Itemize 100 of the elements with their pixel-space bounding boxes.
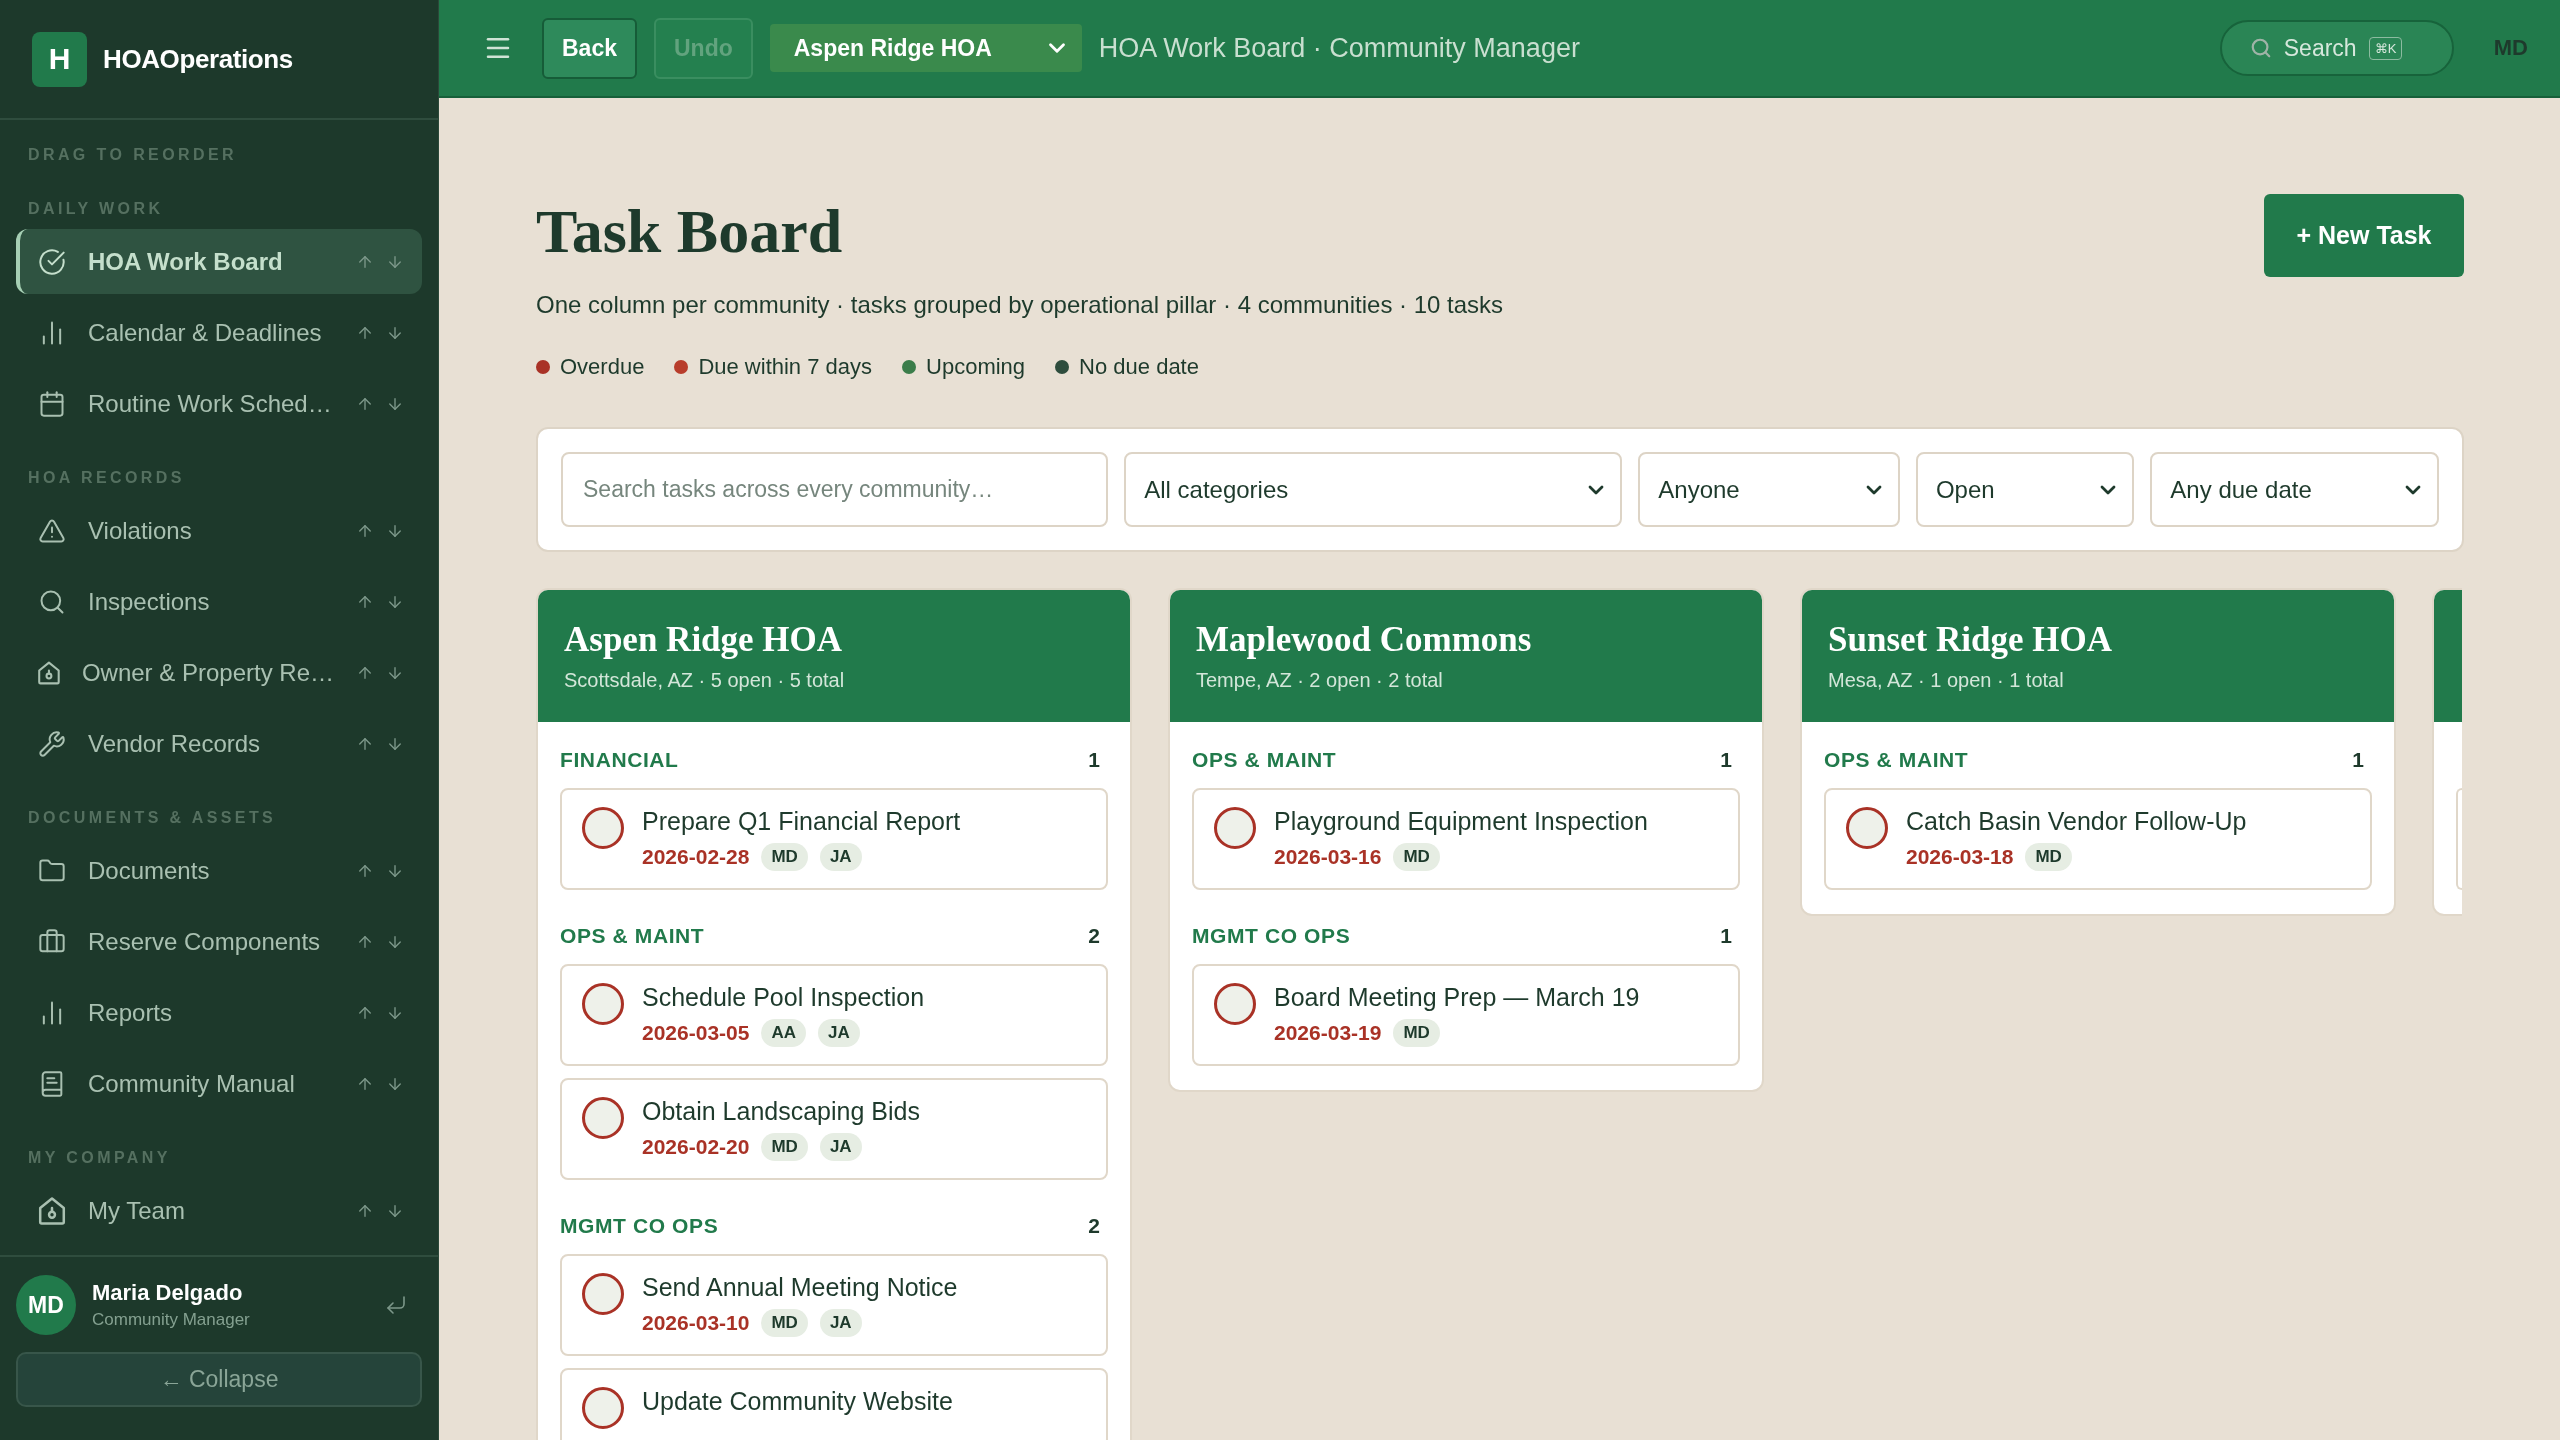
task-title: Playground Equipment Inspection [1274, 806, 1648, 836]
new-task-button[interactable]: + New Task [2264, 194, 2464, 277]
brand-name: HOAOperations [103, 43, 293, 75]
task-checkbox[interactable] [1846, 807, 1888, 849]
assignee-initials: MD [761, 843, 808, 871]
task-title: Obtain Landscaping Bids [642, 1096, 920, 1126]
search-field[interactable]: Search tasks across every community… [561, 452, 1109, 527]
nav-item[interactable]: Calendar & Deadlines [16, 300, 422, 365]
user-role: Community Manager [92, 1310, 251, 1330]
nav-item[interactable]: Owner & Property Re… [16, 640, 422, 705]
filter-select[interactable]: Open [1915, 452, 2135, 527]
task-checkbox[interactable] [582, 1273, 624, 1315]
nav-item[interactable]: My Team [16, 1178, 422, 1243]
category-heading: OPS & MAINT [1824, 748, 1969, 772]
shortcut-key: ⌘K [2368, 36, 2403, 60]
community-summary: Scottsdale, AZ · 5 open · 5 total [564, 668, 846, 692]
task-card[interactable]: Prepare Q1 Financial Report 2026-02-28 MD JA [560, 788, 1108, 890]
task-count: 1 [1720, 924, 1732, 948]
task-card[interactable]: Obtain Landscaping Bids 2026-02-20 MD JA [560, 1078, 1108, 1180]
category-heading: OPS & MAINT [1192, 748, 1337, 772]
community-name: Sunset Ridge HOA [1828, 620, 2113, 660]
task-title: Send Annual Meeting Notice [642, 1272, 958, 1302]
due-date: 2026-02-20 [642, 1135, 750, 1159]
task-checkbox[interactable] [1214, 983, 1256, 1025]
task-checkbox[interactable] [582, 807, 624, 849]
category-heading: MGMT CO OPS [560, 1214, 719, 1238]
assignee-initials: MD [1393, 843, 1440, 871]
legend-label: No due date [1079, 353, 1199, 381]
due-date: 2026-03-18 [1906, 845, 2014, 869]
legend-label: Upcoming [926, 353, 1026, 381]
task-card[interactable]: Update Community Website [560, 1368, 1108, 1440]
task-card[interactable]: Schedule Pool Inspection 2026-03-05 AA JA [560, 964, 1108, 1066]
assignee-initials: JA [819, 843, 862, 871]
avatar: MD [16, 1275, 76, 1335]
task-title: Update Community Website [642, 1386, 953, 1416]
category-heading: MGMT CO OPS [1192, 924, 1351, 948]
task-card[interactable]: Catch Basin Vendor Follow-Up 2026-03-18 MD [1824, 788, 2372, 890]
community-name: Aspen Ridge HOA [564, 620, 844, 660]
task-checkbox[interactable] [1214, 807, 1256, 849]
assignee-initials: JA [819, 1309, 862, 1337]
nav-item[interactable]: Reports [16, 980, 422, 1045]
assignee-initials: MD [1393, 1019, 1440, 1047]
page-context: HOA Work Board · Community Manager [1098, 32, 1580, 64]
category-heading: OPS & MAINT [560, 924, 705, 948]
nav-item[interactable]: Violations [16, 498, 422, 563]
task-count: 2 [1088, 1214, 1100, 1238]
nav-item[interactable]: Vendor Records [16, 711, 422, 776]
search-icon [2249, 37, 2272, 59]
section-label: HOA RECORDS [27, 468, 186, 488]
filter-select[interactable]: Anyone [1638, 452, 1900, 527]
task-title: Board Meeting Prep — March 19 [1274, 982, 1640, 1012]
page-subtitle: One column per community · tasks grouped by operational pillar · 4 communities · 10 tasks [536, 290, 1504, 320]
task-checkbox[interactable] [582, 983, 624, 1025]
task-card[interactable]: Send Annual Meeting Notice 2026-03-10 MD JA [560, 1254, 1108, 1356]
assignee-initials: MD [761, 1133, 808, 1161]
due-date: 2026-03-10 [642, 1311, 750, 1335]
section-label: DOCUMENTS & ASSETS [27, 808, 278, 828]
search-button[interactable]: Search ⌘K [2219, 20, 2454, 76]
section-label: MY COMPANY [27, 1148, 172, 1168]
legend-label: Overdue [560, 353, 645, 381]
nav-item[interactable]: Documents [16, 838, 422, 903]
community-summary: Mesa, AZ · 1 open · 1 total [1828, 668, 2065, 692]
task-card[interactable]: Board Meeting Prep — March 19 2026-03-19 MD [1192, 964, 1740, 1066]
nav-item[interactable]: HOA Work Board [16, 229, 422, 294]
task-checkbox[interactable] [582, 1097, 624, 1139]
nav-item[interactable]: Community Manual [16, 1051, 422, 1116]
section-label: DAILY WORK [27, 199, 165, 219]
collapse-button[interactable]: ← Collapse [16, 1352, 422, 1407]
task-checkbox[interactable] [582, 1387, 624, 1429]
community-name: Maplewood Commons [1196, 620, 1533, 660]
brand-logo: H [32, 31, 87, 87]
task-count: 1 [1720, 748, 1732, 772]
check-circle-icon [38, 247, 66, 276]
due-date: 2026-03-19 [1274, 1021, 1382, 1045]
house-icon [38, 1196, 66, 1225]
task-count: 1 [1088, 748, 1100, 772]
task-title: Schedule Pool Inspection [642, 982, 925, 1012]
assignee-initials: AA [761, 1019, 806, 1047]
due-date: 2026-03-16 [1274, 845, 1382, 869]
task-count: 2 [1088, 924, 1100, 948]
nav-item[interactable]: Inspections [16, 569, 422, 634]
filter-select[interactable]: Any due date [2150, 452, 2439, 527]
legend-label: Due within 7 days [698, 353, 873, 381]
calendar-icon [38, 389, 66, 418]
user-name: Maria Delgado [92, 1280, 244, 1306]
task-title: Catch Basin Vendor Follow-Up [1906, 806, 2247, 836]
assignee-initials: JA [818, 1019, 860, 1047]
page-title: Task Board [536, 196, 844, 267]
community-summary: Tempe, AZ · 2 open · 2 total [1196, 668, 1444, 692]
assignee-initials: JA [819, 1133, 862, 1161]
nav-item[interactable]: Reserve Components [16, 909, 422, 974]
community-select[interactable]: Aspen Ridge HOA [769, 24, 1082, 72]
toolbar-button[interactable]: Back [542, 17, 637, 79]
nav-item[interactable]: Routine Work Sched… [16, 371, 422, 436]
task-card[interactable]: Playground Equipment Inspection 2026-03-16 MD [1192, 788, 1740, 890]
assignee-initials: MD [761, 1309, 808, 1337]
due-date: 2026-03-05 [642, 1021, 750, 1045]
filter-select[interactable]: All categories [1124, 452, 1623, 527]
hint-label: DRAG TO REORDER [27, 145, 238, 165]
return-arrow-icon[interactable] [384, 1293, 408, 1317]
